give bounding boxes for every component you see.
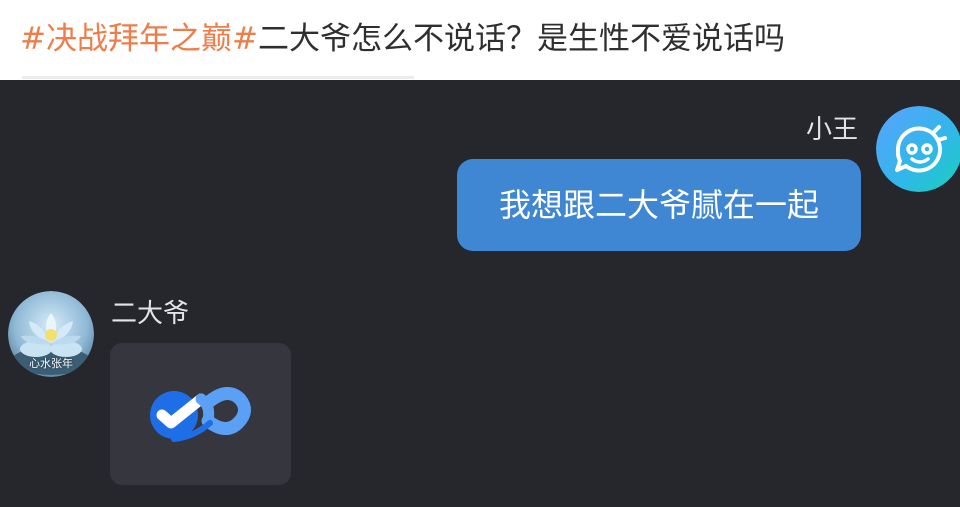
message-card-erdaye[interactable]: [110, 343, 291, 485]
topic-hashtag[interactable]: #决战拜年之巅#: [20, 21, 258, 57]
sender-name-xiaowang: 小王: [805, 115, 858, 145]
infinity-logo-icon: [150, 387, 251, 442]
post-title: #决战拜年之巅#二大爷怎么不说话？是生性不爱说话吗: [20, 17, 785, 61]
post-title-question: 二大爷怎么不说话？是生性不爱说话吗: [257, 21, 785, 57]
title-divider: [22, 76, 414, 79]
chat-conversation: 小王 我想跟二大爷腻在一起 心水张年 二大爷: [0, 80, 960, 507]
avatar-xiaowang[interactable]: [876, 106, 960, 192]
message-bubble-xiaowang[interactable]: 我想跟二大爷腻在一起: [457, 159, 861, 251]
chat-bot-icon: [876, 106, 960, 192]
avatar-caption: 心水张年: [29, 357, 73, 370]
sender-name-erdaye: 二大爷: [111, 299, 190, 329]
avatar-erdaye[interactable]: 心水张年: [8, 291, 94, 377]
post-title-bar: #决战拜年之巅#二大爷怎么不说话？是生性不爱说话吗: [0, 0, 960, 80]
